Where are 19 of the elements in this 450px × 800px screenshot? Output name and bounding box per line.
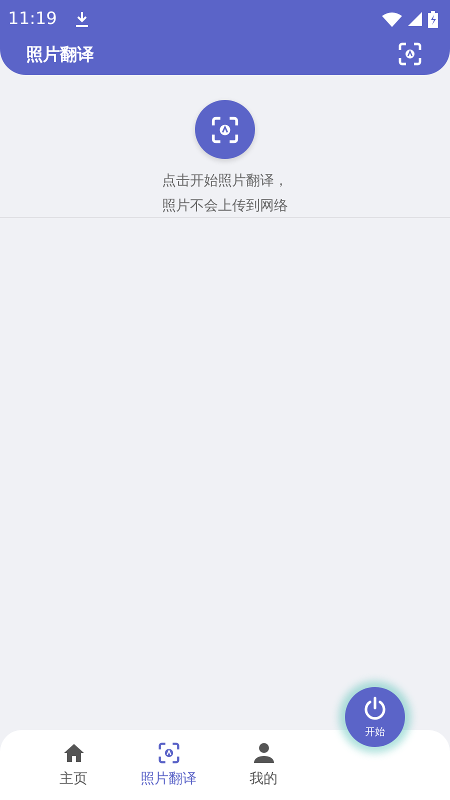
download-icon bbox=[75, 11, 89, 27]
battery-icon bbox=[428, 10, 438, 28]
wifi-icon bbox=[382, 12, 402, 26]
nav-tab[interactable]: 照片翻译 bbox=[121, 742, 216, 788]
app-title: 照片翻译 bbox=[26, 44, 94, 66]
person-icon bbox=[252, 742, 274, 764]
hint-text: 点击开始照片翻译， bbox=[162, 172, 288, 191]
scan-icon[interactable] bbox=[398, 42, 422, 66]
nav-tab[interactable]: 我的 bbox=[216, 742, 311, 788]
scan-icon bbox=[211, 116, 239, 144]
scan-icon bbox=[158, 742, 180, 764]
clock: 11:19 bbox=[8, 9, 57, 29]
power-icon bbox=[362, 696, 388, 722]
hint-text: 照片不会上传到网络 bbox=[162, 197, 288, 216]
signal-icon bbox=[408, 12, 422, 26]
start-button[interactable]: 开始 bbox=[345, 687, 405, 747]
nav-tab[interactable]: 主页 bbox=[26, 742, 121, 788]
home-icon bbox=[62, 742, 84, 764]
scan-button[interactable] bbox=[195, 100, 255, 159]
